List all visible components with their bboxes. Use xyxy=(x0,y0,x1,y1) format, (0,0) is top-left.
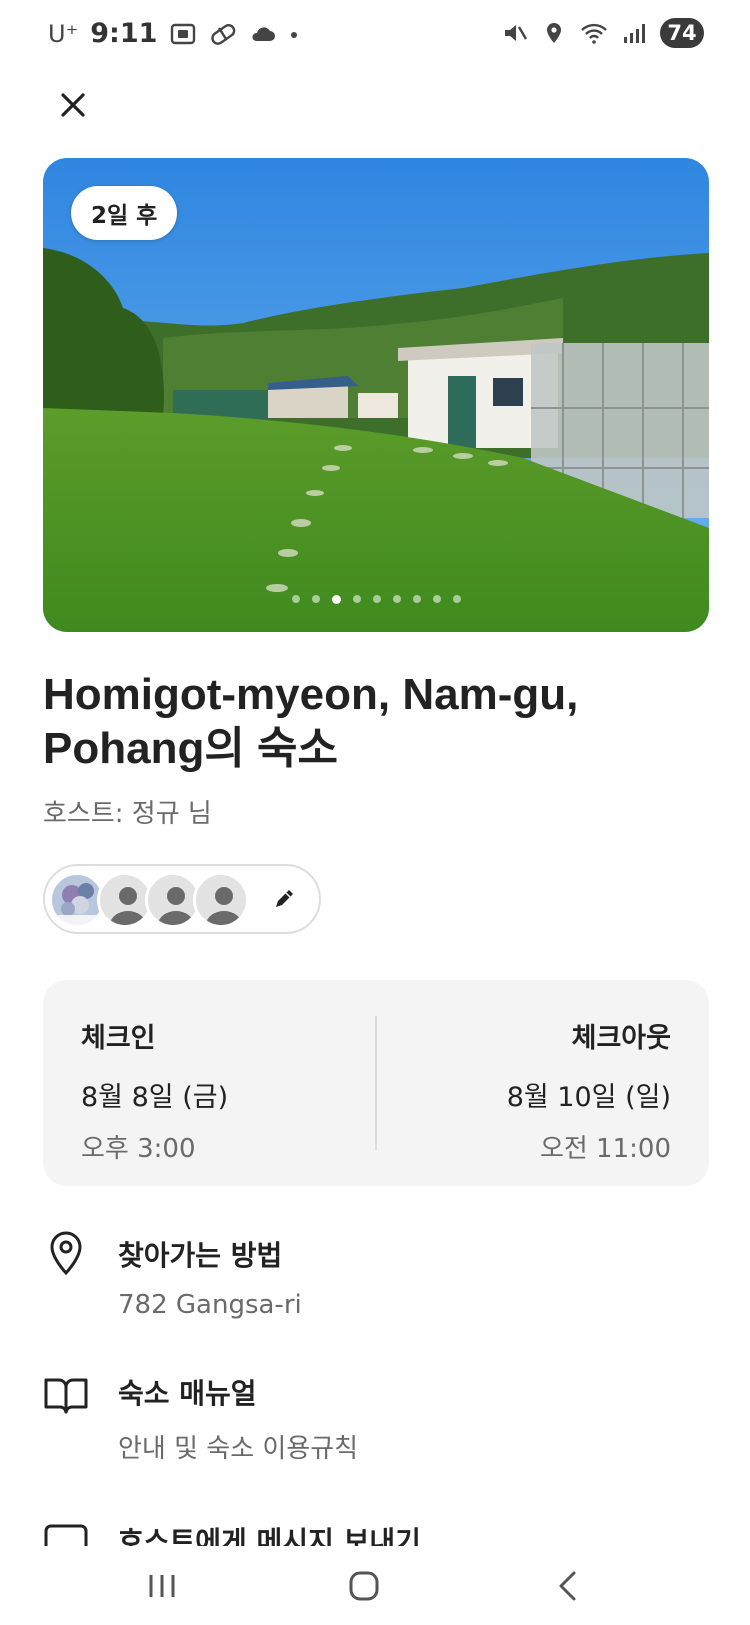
message-icon xyxy=(44,1524,88,1546)
checkin-checkout-card: 체크인 8월 8일 (금) 오후 3:00 체크아웃 8월 10일 (일) 오전… xyxy=(43,980,709,1186)
guest-avatars-pill[interactable] xyxy=(43,864,321,934)
wifi-icon xyxy=(581,23,607,44)
directions-row[interactable]: 찾아가는 방법 782 Gangsa-ri xyxy=(43,1231,709,1320)
directions-address: 782 Gangsa-ri xyxy=(118,1290,302,1320)
checkout-date: 8월 10일 (일) xyxy=(506,1082,671,1113)
close-icon xyxy=(61,93,85,117)
carousel-dots xyxy=(43,595,709,604)
house-manual-row[interactable]: 숙소 매뉴얼 안내 및 숙소 이용규칙 xyxy=(43,1372,709,1464)
home-icon xyxy=(349,1571,379,1601)
house-manual-title: 숙소 매뉴얼 xyxy=(118,1377,257,1410)
directions-title: 찾아가는 방법 xyxy=(118,1239,283,1272)
message-host-title: 호스트에게 메시지 보내기 xyxy=(118,1525,421,1546)
checkin-date: 8월 8일 (금) xyxy=(81,1082,229,1113)
checkin-label: 체크인 xyxy=(81,1023,156,1054)
checkin-column: 체크인 8월 8일 (금) 오후 3:00 xyxy=(81,1016,228,1165)
home-button[interactable] xyxy=(344,1566,384,1606)
card-divider xyxy=(375,1016,377,1150)
guest-placeholder-avatar xyxy=(193,872,249,928)
close-button[interactable] xyxy=(50,82,96,128)
system-navigation-bar xyxy=(0,1548,750,1625)
battery-indicator: 74 xyxy=(660,18,704,48)
carousel-dot xyxy=(452,595,461,603)
carousel-dot xyxy=(372,595,381,603)
clock: 9:11 xyxy=(90,18,158,49)
checkout-column: 체크아웃 8월 10일 (일) 오전 11:00 xyxy=(507,1016,671,1165)
carousel-dot xyxy=(432,595,441,603)
carousel-dot xyxy=(291,595,300,603)
checkin-time: 오후 3:00 xyxy=(81,1134,196,1164)
screenshot-icon xyxy=(171,23,196,44)
carousel-dot xyxy=(311,595,320,603)
book-icon xyxy=(44,1378,88,1414)
mute-icon xyxy=(505,25,528,41)
signal-icon xyxy=(624,24,645,43)
checkout-time: 오전 11:00 xyxy=(539,1134,671,1164)
back-button[interactable] xyxy=(548,1566,588,1606)
carousel-dot xyxy=(331,595,341,604)
carrier-label: U⁺ xyxy=(48,19,79,48)
days-until-badge: 2일 후 xyxy=(71,186,178,240)
status-bar: U⁺ 9:11 74 xyxy=(0,0,750,72)
recent-apps-button[interactable] xyxy=(142,1566,182,1606)
location-icon xyxy=(547,23,561,43)
checkout-label: 체크아웃 xyxy=(571,1023,671,1054)
back-icon xyxy=(559,1571,576,1601)
recent-apps-icon xyxy=(149,1575,175,1597)
carousel-dot xyxy=(392,595,401,603)
dot-icon xyxy=(291,31,298,38)
listing-title: Homigot-myeon, Nam-gu, Pohang의 숙소 xyxy=(43,670,579,773)
host-name: 호스트: 정규 님 xyxy=(43,799,212,829)
cloud-icon xyxy=(252,26,276,41)
pencil-icon[interactable] xyxy=(271,886,297,912)
message-host-row[interactable]: 호스트에게 메시지 보내기 xyxy=(43,1520,709,1546)
pill-icon xyxy=(211,23,236,45)
carousel-dot xyxy=(412,595,421,603)
house-manual-subtitle: 안내 및 숙소 이용규칙 xyxy=(118,1434,359,1464)
carousel-dot xyxy=(352,595,361,603)
location-pin-icon xyxy=(50,1231,82,1276)
listing-photo-carousel[interactable]: 2일 후 xyxy=(43,158,709,632)
